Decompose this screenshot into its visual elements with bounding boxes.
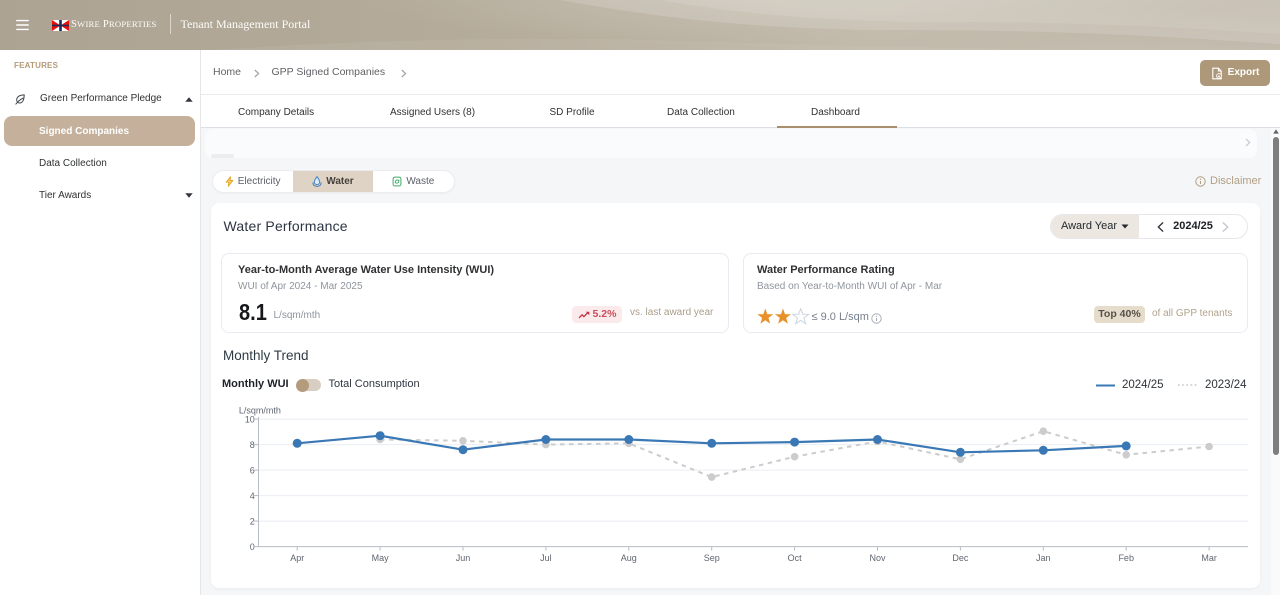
svg-text:Nov: Nov (869, 553, 886, 563)
svg-text:Mar: Mar (1201, 553, 1217, 563)
svg-text:Sep: Sep (704, 553, 720, 563)
svg-text:10: 10 (245, 414, 255, 424)
svg-text:May: May (372, 553, 390, 563)
svg-text:Jun: Jun (456, 553, 471, 563)
svg-text:Jul: Jul (540, 553, 552, 563)
svg-text:Aug: Aug (621, 553, 637, 563)
svg-text:Dec: Dec (952, 553, 969, 563)
svg-text:Jan: Jan (1036, 553, 1051, 563)
svg-text:Feb: Feb (1118, 553, 1134, 563)
svg-text:Oct: Oct (788, 553, 803, 563)
svg-text:Apr: Apr (290, 553, 304, 563)
